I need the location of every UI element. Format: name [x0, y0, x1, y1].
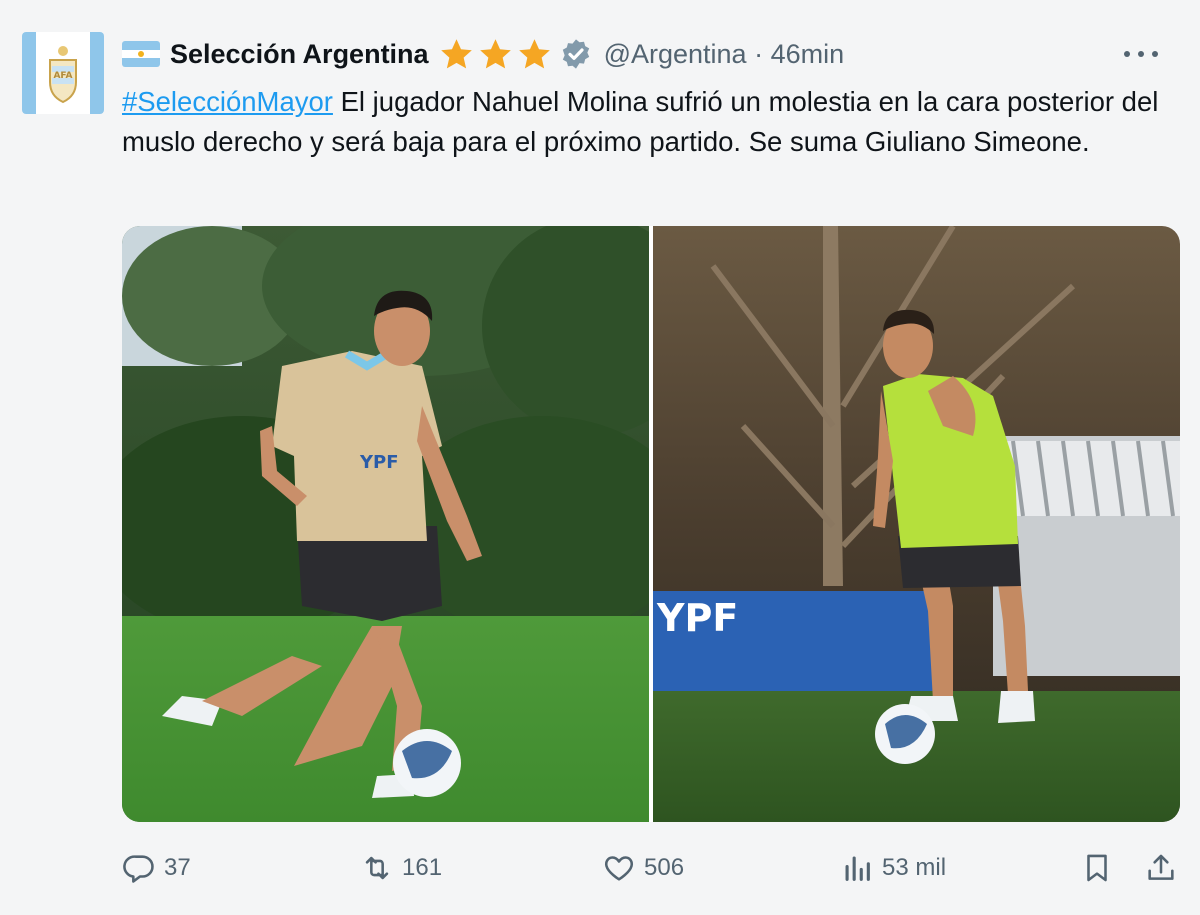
star-icon [478, 37, 513, 72]
handle[interactable]: @Argentina · 46min [604, 39, 845, 70]
reply-count: 37 [164, 854, 191, 881]
action-bar: 37 161 506 53 mil [122, 846, 1184, 890]
separator: · [754, 38, 764, 69]
views-button[interactable]: 53 mil [840, 846, 946, 890]
reply-button[interactable]: 37 [122, 846, 191, 890]
bookmark-icon [1087, 854, 1107, 882]
avatar-band-left [22, 32, 36, 114]
more-options-button[interactable] [1124, 40, 1158, 68]
star-icon [517, 37, 552, 72]
avatar-band-right [90, 32, 104, 114]
training-photo-right: YPF [653, 226, 1180, 822]
argentina-flag-icon [122, 41, 160, 67]
dot-icon [1124, 51, 1130, 57]
retweet-count: 161 [402, 854, 443, 881]
views-chart-icon [845, 856, 870, 881]
heart-icon [604, 856, 634, 881]
like-count: 506 [644, 854, 685, 881]
hashtag-link[interactable]: #SelecciónMayor [122, 86, 333, 117]
tweet-card[interactable]: AFA Selección Argentina @Argentina · 46m… [0, 0, 1200, 915]
handle-text[interactable]: @Argentina [604, 39, 747, 69]
svg-text:AFA: AFA [53, 71, 72, 81]
like-button[interactable]: 506 [602, 846, 684, 890]
views-count: 53 mil [882, 854, 947, 881]
share-button[interactable] [1144, 846, 1178, 890]
timestamp[interactable]: 46min [771, 39, 845, 69]
avatar[interactable]: AFA [22, 32, 104, 114]
verified-badge-icon[interactable] [560, 38, 592, 70]
retweet-icon [365, 856, 389, 880]
rating-stars [439, 37, 552, 72]
kit-sponsor-text: YPF [359, 452, 399, 473]
bookmark-button[interactable] [1080, 846, 1114, 890]
tweet-header: Selección Argentina @Argentina · 46min [122, 34, 1182, 74]
board-sponsor-text: YPF [656, 596, 738, 640]
display-name[interactable]: Selección Argentina [170, 39, 429, 70]
dot-icon [1152, 51, 1158, 57]
afa-crest-icon: AFA [49, 46, 77, 104]
photo-right[interactable]: YPF [653, 226, 1180, 822]
media-grid: YPF YPF [122, 226, 1180, 822]
dot-icon [1138, 51, 1144, 57]
share-icon [1148, 854, 1174, 880]
reply-icon [123, 855, 154, 883]
tweet-text: #SelecciónMayor El jugador Nahuel Molina… [122, 82, 1162, 162]
training-photo-left: YPF [122, 226, 649, 822]
retweet-button[interactable]: 161 [360, 846, 442, 890]
star-icon [439, 37, 474, 72]
photo-left[interactable]: YPF [122, 226, 649, 822]
